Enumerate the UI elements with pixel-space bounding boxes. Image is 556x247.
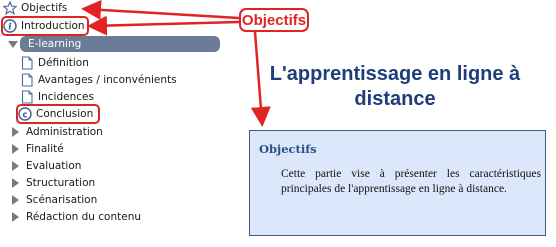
page-title-line-1: L'apprentissage en ligne à (269, 63, 521, 85)
callout-label: Objectifs (241, 11, 307, 29)
page-title: L'apprentissage en ligne à distance (250, 62, 540, 112)
arrow-to-introduction (87, 15, 240, 36)
card-body: Cette partie vise à présenter les caract… (281, 168, 541, 195)
arrow-to-objectifs (81, 0, 240, 20)
card-title: Objectifs (259, 142, 317, 156)
page-title-line-2: distance (354, 88, 436, 110)
objectives-card: Objectifs Cette partie vise à présenter … (249, 130, 546, 236)
annotation-callout: Objectifs (239, 8, 309, 32)
